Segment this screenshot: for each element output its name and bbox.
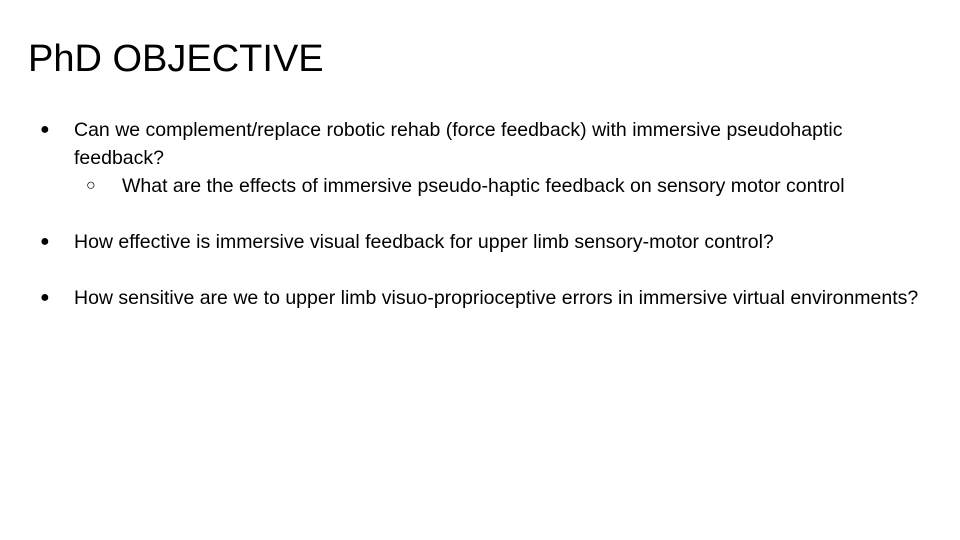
bullet-item: ● Can we complement/replace robotic reha… [38, 116, 928, 200]
sub-bullet-item: ○ What are the effects of immersive pseu… [74, 172, 928, 200]
bullet-item: ● How sensitive are we to upper limb vis… [38, 284, 928, 312]
bullet-text: Can we complement/replace robotic rehab … [74, 119, 843, 169]
slide: PhD OBJECTIVE ● Can we complement/replac… [0, 0, 960, 540]
sub-bullet-icon: ○ [86, 177, 96, 194]
slide-title: PhD OBJECTIVE [28, 38, 324, 80]
bullet-icon: ● [40, 233, 50, 250]
bullet-icon: ● [40, 289, 50, 306]
bullet-icon: ● [40, 121, 50, 138]
sub-bullet-text: What are the effects of immersive pseudo… [122, 175, 845, 197]
bullet-text: How effective is immersive visual feedba… [74, 231, 774, 253]
bullet-text: How sensitive are we to upper limb visuo… [74, 287, 919, 309]
bullet-item: ● How effective is immersive visual feed… [38, 228, 928, 256]
bullet-list: ● Can we complement/replace robotic reha… [38, 116, 928, 312]
